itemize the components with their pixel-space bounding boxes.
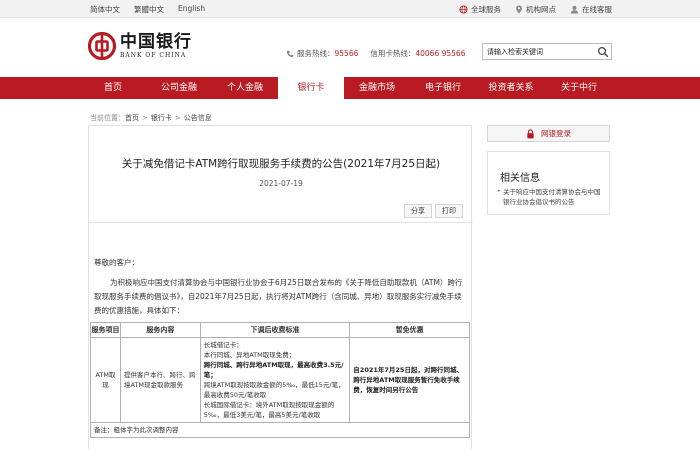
online-service-label: 在线客服	[582, 5, 612, 14]
location-pin-icon	[516, 5, 522, 14]
article-title: 关于减免借记卡ATM跨行取现服务手续费的公告(2021年7月25日起)	[121, 158, 441, 170]
fee-line-debit-card: 长城借记卡：	[203, 341, 243, 349]
hotlines: 服务热线： 95566 信用卡热线： 40066 95566	[286, 48, 477, 59]
article-date: 2021-07-19	[259, 179, 303, 188]
bullet-icon: •	[497, 188, 501, 195]
search-icon[interactable]	[597, 46, 609, 58]
share-button[interactable]: 分享	[404, 204, 432, 218]
service-hotline: 服务热线： 95566	[286, 48, 358, 59]
header-fee-standard: 下调后收费标准	[199, 322, 351, 338]
logo-wordmark: 中国银行 BANK OF CHINA	[120, 33, 192, 59]
print-button[interactable]: 打印	[435, 204, 463, 218]
article-actions: 分享 打印	[401, 204, 463, 218]
cell-service-content: 提供客户本行、跨行、跨境ATM现金取款服务	[119, 337, 201, 423]
nav-item-home[interactable]: 首页	[80, 77, 146, 99]
related-info-panel: 相关信息 • 关于响应中国支付清算协会与中国银行业协会倡议书的公告	[487, 151, 610, 215]
credit-card-hotline-label: 信用卡热线：	[370, 49, 416, 58]
credit-card-hotline: 信用卡热线： 40066 95566	[370, 48, 465, 59]
search-input[interactable]	[483, 44, 591, 59]
article-greeting: 尊敬的客户：	[94, 258, 139, 267]
cell-fee-standard: 长城借记卡： 本行同城、异地ATM取现免费； 跨行同城、跨行异地ATM取现，最高…	[199, 337, 351, 423]
breadcrumb-announcements[interactable]: 公告信息	[184, 113, 212, 123]
table-note-row: 备注：粗体字为此次调整内容	[90, 422, 470, 438]
nav-item-personal[interactable]: 个人金融	[212, 77, 278, 99]
breadcrumb-separator: >	[142, 114, 148, 122]
globe-icon	[459, 5, 468, 14]
language-switcher: 简体中文 繁體中文 English	[90, 4, 219, 15]
nav-item-financial-markets[interactable]: 金融市场	[344, 77, 410, 99]
article-paragraph: 为积极响应中国支付清算协会与中国银行业协会于6月25日联合发布的《关于降低自助取…	[94, 278, 463, 315]
table-note: 备注：粗体字为此次调整内容	[90, 422, 470, 438]
top-utility-bar: 简体中文 繁體中文 English 全球服务 机构网点 在线客服	[0, 0, 700, 18]
nav-list: 首页 公司金融 个人金融 银行卡 金融市场 电子银行 投资者关系 关于中行	[80, 77, 612, 99]
lang-english[interactable]: English	[178, 4, 205, 15]
nav-item-bank-card[interactable]: 银行卡	[278, 77, 344, 99]
breadcrumb-label: 当前位置：	[90, 114, 125, 122]
user-icon	[570, 5, 579, 14]
online-banking-login-label: 网银登录	[541, 129, 571, 138]
fee-line-cross-border: 跨境ATM取现按取款金额的5‰，最低15元/笔，最高收费50元/笔收取	[203, 381, 345, 399]
fee-table-header-row: 服务项目 服务内容 下调后收费标准 暂免优惠	[90, 322, 470, 338]
branch-locator-link[interactable]: 机构网点	[515, 4, 556, 15]
online-service-link[interactable]: 在线客服	[570, 4, 612, 15]
lang-simplified[interactable]: 简体中文	[90, 4, 120, 15]
fee-table: 服务项目 服务内容 下调后收费标准 暂免优惠 ATM取现 提供客户本行、跨行、跨…	[90, 322, 470, 438]
nav-item-investor-relations[interactable]: 投资者关系	[476, 77, 546, 99]
logo-chinese-name: 中国银行	[120, 32, 192, 52]
credit-card-hotline-number: 40066 95566	[415, 49, 466, 58]
breadcrumb-bank-card[interactable]: 银行卡	[151, 113, 172, 123]
logo-english-name: BANK OF CHINA	[120, 52, 187, 59]
article-panel: 关于减免借记卡ATM跨行取现服务手续费的公告(2021年7月25日起) 2021…	[88, 125, 473, 449]
main-navigation: 首页 公司金融 个人金融 银行卡 金融市场 电子银行 投资者关系 关于中行	[0, 77, 700, 99]
article-divider	[89, 222, 473, 223]
header-service-item: 服务项目	[90, 322, 121, 338]
nav-item-e-banking[interactable]: 电子银行	[410, 77, 476, 99]
cell-service-item: ATM取现	[90, 337, 121, 423]
site-search	[482, 43, 612, 60]
nav-item-corporate[interactable]: 公司金融	[146, 77, 212, 99]
lang-traditional[interactable]: 繁體中文	[134, 4, 164, 15]
table-row: ATM取现 提供客户本行、跨行、跨境ATM现金取款服务 长城借记卡： 本行同城、…	[90, 337, 470, 423]
related-info-link[interactable]: 关于响应中国支付清算协会与中国银行业协会倡议书的公告	[503, 187, 603, 207]
cell-waiver: 自2021年7月25日起，对跨行同城、跨行异地ATM取现服务暂行免收手续费，恢复…	[349, 337, 470, 423]
fee-line-international-card: 长城国际借记卡：境外ATM取现按取现金额的5‰，最低3美元/笔，最高5美元/笔收…	[203, 401, 335, 419]
header-service-content: 服务内容	[119, 322, 201, 338]
service-hotline-number: 95566	[334, 49, 359, 58]
nav-item-about[interactable]: 关于中行	[546, 77, 612, 99]
breadcrumb-separator: >	[174, 114, 181, 122]
bank-logo[interactable]: 中国银行 BANK OF CHINA	[88, 32, 192, 60]
lock-icon	[527, 128, 534, 138]
global-service-link[interactable]: 全球服务	[459, 4, 501, 15]
utility-links: 全球服务 机构网点 在线客服	[445, 4, 612, 15]
fee-line-interbank: 跨行同城、跨行异地ATM取现，最高收费3.5元/笔；	[203, 361, 344, 379]
branch-locator-label: 机构网点	[526, 5, 556, 14]
fee-line-same-bank: 本行同城、异地ATM取现免费；	[203, 351, 296, 359]
related-info-title: 相关信息	[500, 173, 540, 184]
breadcrumb-home[interactable]: 首页	[125, 113, 139, 123]
breadcrumb: 当前位置： 首页 > 银行卡 > 公告信息	[90, 113, 212, 123]
site-header: 中国银行 BANK OF CHINA 服务热线： 95566 信用卡热线： 40…	[0, 18, 700, 73]
global-service-label: 全球服务	[471, 5, 501, 14]
header-waiver: 暂免优惠	[349, 322, 470, 338]
service-hotline-label: 服务热线：	[297, 49, 335, 58]
phone-icon	[286, 50, 294, 57]
online-banking-login-button[interactable]: 网银登录	[487, 125, 610, 142]
bank-of-china-logo-icon	[88, 32, 116, 60]
